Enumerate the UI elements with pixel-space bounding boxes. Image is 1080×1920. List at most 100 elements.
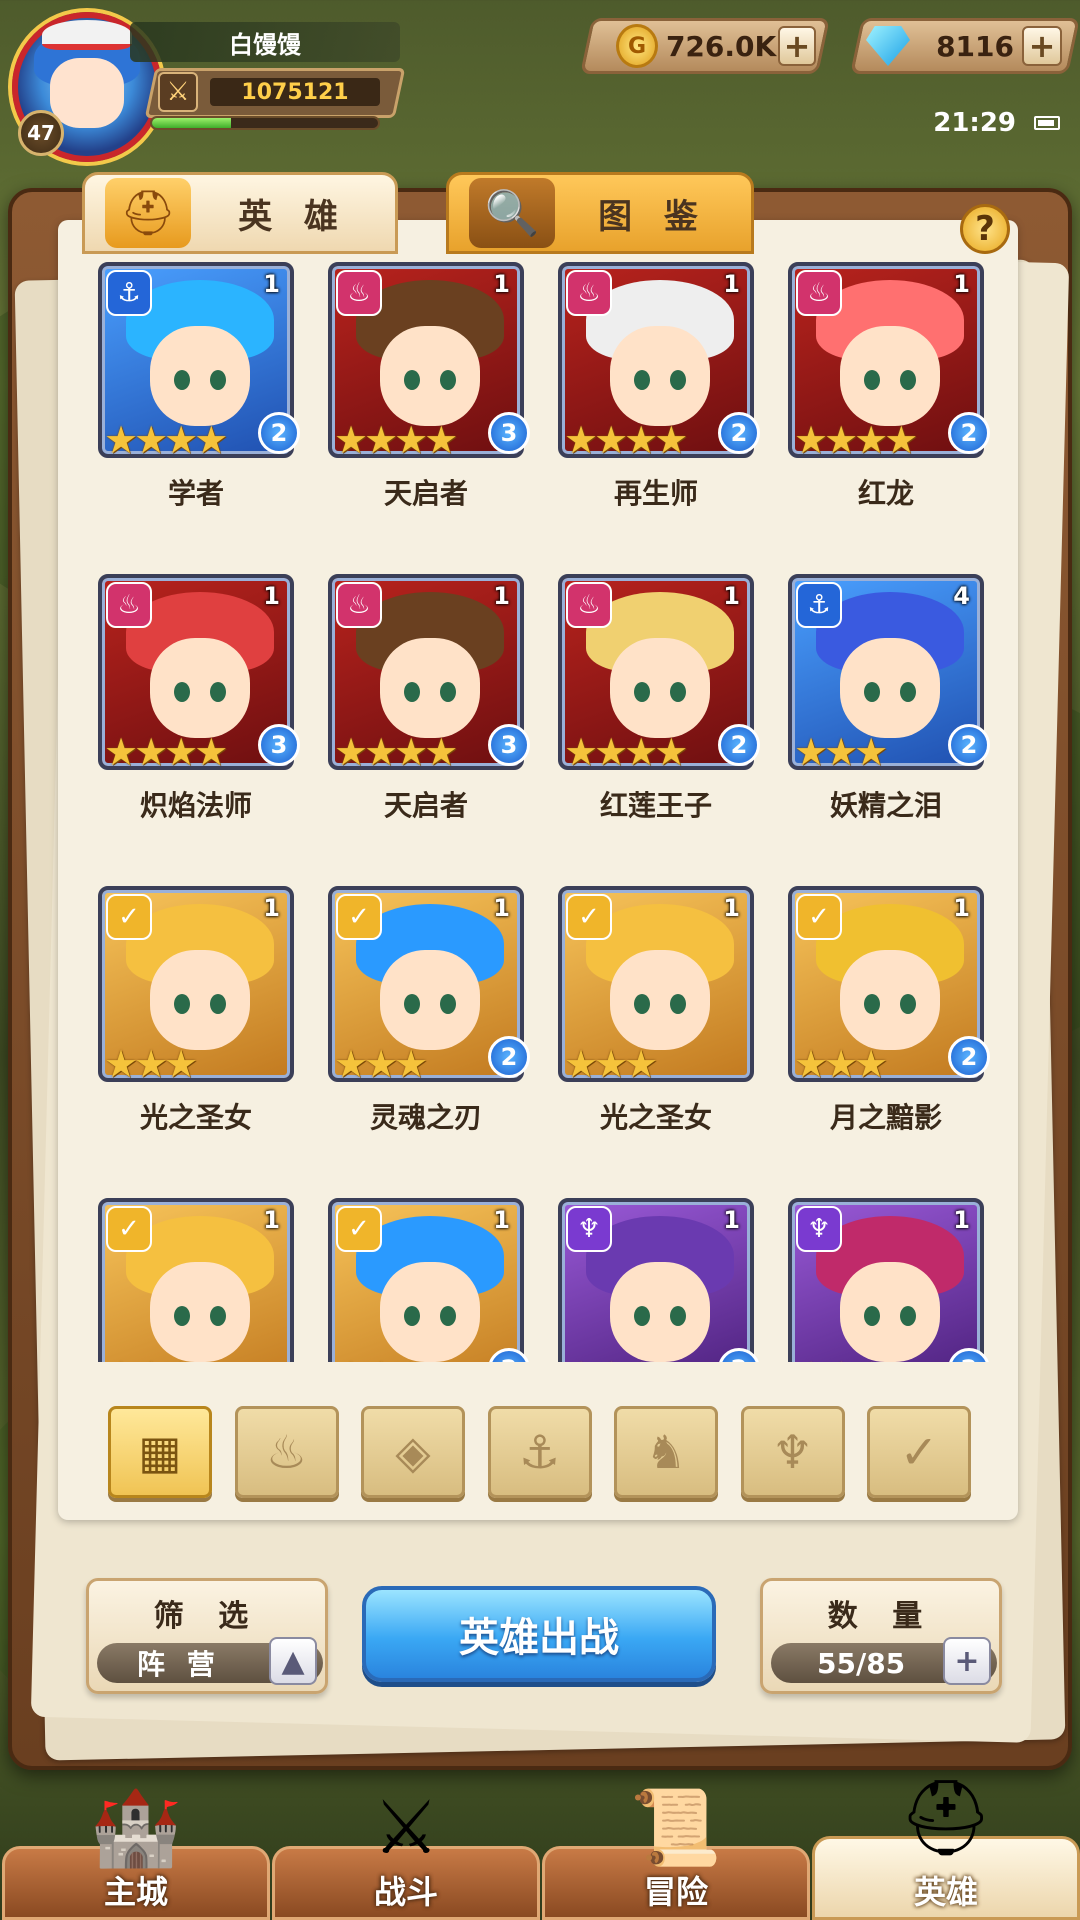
hero-star-rating: ★★★★ <box>104 730 228 770</box>
hero-eye <box>864 370 880 390</box>
combat-power-value: 1075121 <box>210 78 380 106</box>
nav-heroes[interactable]: ⛑ 英雄 <box>812 1775 1080 1920</box>
gem-value: 8116 <box>936 29 1014 63</box>
tab-heroes[interactable]: ⛑ 英 雄 <box>82 172 398 254</box>
helmet-icon: ⛑ <box>105 178 191 248</box>
hero-eye <box>900 682 916 702</box>
bottom-nav: 🏰 主城 ⚔ 战斗 📜 冒险 ⛑ 英雄 <box>0 1775 1080 1920</box>
hero-stage-badge: 3 <box>488 724 530 766</box>
hero-name: 炽焰法师 <box>139 789 252 822</box>
hero-level: 1 <box>493 894 510 922</box>
hero-name: 光之圣女 <box>139 1101 252 1134</box>
add-gems-button[interactable]: + <box>1022 26 1062 66</box>
hero-star-rating: ★★★★ <box>564 730 688 770</box>
hero-face <box>150 638 250 738</box>
hero-stage-badge: 2 <box>258 412 300 454</box>
filter-title: 筛 选 <box>153 1599 261 1634</box>
add-capacity-button[interactable]: + <box>943 1637 991 1685</box>
light-faction-icon: ✓ <box>106 1206 152 1252</box>
gold-value: 726.0K <box>665 29 777 63</box>
hero-face <box>610 326 710 426</box>
hero-level: 1 <box>953 1206 970 1234</box>
hero-level: 1 <box>263 270 280 298</box>
exp-bar <box>150 116 380 130</box>
diamond-icon <box>866 26 910 66</box>
hero-level: 1 <box>953 894 970 922</box>
chevron-up-icon[interactable]: ▲ <box>269 1637 317 1685</box>
hero-eye <box>900 370 916 390</box>
hero-name: 学者 <box>167 477 224 510</box>
hero-eye <box>174 370 190 390</box>
avatar-face <box>50 58 124 128</box>
nav-label: 主城 <box>103 1873 168 1911</box>
all-grid-filter-button[interactable]: ▦ <box>108 1406 212 1498</box>
hero-name: 天启者 <box>383 789 468 822</box>
nav-home[interactable]: 🏰 主城 <box>2 1785 270 1920</box>
hero-star-rating: ★★★ <box>794 1354 888 1362</box>
nav-adventure[interactable]: 📜 冒险 <box>542 1785 810 1920</box>
hero-helmet-icon: ⛑ <box>899 1775 993 1861</box>
fire-faction-icon: ♨ <box>106 582 152 628</box>
water-faction-icon: ⚓ <box>796 582 842 628</box>
water-faction-icon: ⚓ <box>106 270 152 316</box>
tab-codex[interactable]: 🔍 图 鉴 <box>446 172 754 254</box>
earth-faction-filter-button[interactable]: ◈ <box>361 1406 465 1498</box>
deploy-heroes-button[interactable]: 英雄出战 <box>362 1586 716 1682</box>
faction-filter-bar: ▦ ♨ ◈ ⚓ ♞ ♆ ✓ <box>108 1406 972 1502</box>
fire-faction-filter-button[interactable]: ♨ <box>234 1406 339 1498</box>
hero-level: 1 <box>493 582 510 610</box>
help-button[interactable]: ? <box>960 204 1010 254</box>
nav-label: 战斗 <box>373 1873 438 1911</box>
add-gold-button[interactable]: + <box>777 26 816 66</box>
hero-star-rating: ★★★★ <box>564 418 688 458</box>
light-faction-icon: ✓ <box>796 894 842 940</box>
hero-eye <box>404 1306 420 1326</box>
hero-portrait: ♆ 1 ★★★ <box>788 1198 984 1362</box>
hero-face <box>840 950 940 1050</box>
exp-bar-fill <box>152 118 232 128</box>
filter-control: 筛 选 阵 营 ▲ <box>86 1578 328 1694</box>
hero-eye <box>174 682 190 702</box>
hero-eye <box>670 1306 686 1326</box>
nav-label: 冒险 <box>643 1873 708 1911</box>
hero-level: 1 <box>723 270 740 298</box>
water-faction-filter-button[interactable]: ⚓ <box>487 1406 592 1498</box>
hero-name: 妖精之泪 <box>829 789 942 822</box>
count-title: 数 量 <box>827 1599 935 1634</box>
hero-face <box>840 1262 940 1362</box>
hero-star-rating: ★★★ <box>104 1354 198 1362</box>
hero-eye <box>440 1306 456 1326</box>
tab-heroes-label: 英 雄 <box>238 196 348 237</box>
earth-faction-icon: ◈ <box>395 1425 431 1479</box>
hero-portrait: ✓ 1 ★★★ <box>328 1198 524 1362</box>
hero-eye <box>900 1306 916 1326</box>
battery-icon <box>1034 116 1060 130</box>
hero-face <box>150 1262 250 1362</box>
dark-faction-filter-button[interactable]: ♆ <box>740 1406 845 1498</box>
hero-portrait: ✓ 1 ★★★ <box>98 886 294 1082</box>
hero-name: 再生师 <box>613 477 698 510</box>
light-faction-icon: ✓ <box>336 894 382 940</box>
fire-faction-icon: ♨ <box>336 270 382 316</box>
light-faction-icon: ✓ <box>566 894 612 940</box>
beast-faction-filter-button[interactable]: ♞ <box>614 1406 718 1498</box>
gold-coin-icon: G <box>616 24 658 68</box>
fire-faction-icon: ♨ <box>265 1425 308 1479</box>
hero-star-rating: ★★★★ <box>334 730 458 770</box>
hero-name: 天启者 <box>383 477 468 510</box>
hero-eye <box>670 370 686 390</box>
light-faction-filter-button[interactable]: ✓ <box>867 1406 971 1498</box>
status-time: 21:29 <box>933 108 1016 138</box>
hero-face <box>380 638 480 738</box>
hero-grid[interactable]: ⚓ 1 ★★★★ 2 学者 ♨ 1 ★★★★ 3 天启者 ♨ 1 ★★★★ 2 … <box>58 258 1018 1362</box>
hero-star-rating: ★★★★ <box>334 418 458 458</box>
hero-name: 红莲王子 <box>599 789 712 822</box>
hero-stage-badge: 2 <box>948 412 990 454</box>
nav-battle[interactable]: ⚔ 战斗 <box>272 1785 540 1920</box>
hero-stage-badge: 3 <box>258 724 300 766</box>
hero-face <box>380 1262 480 1362</box>
hero-face <box>610 1262 710 1362</box>
hero-eye <box>864 1306 880 1326</box>
hero-face <box>840 326 940 426</box>
hero-face <box>380 326 480 426</box>
